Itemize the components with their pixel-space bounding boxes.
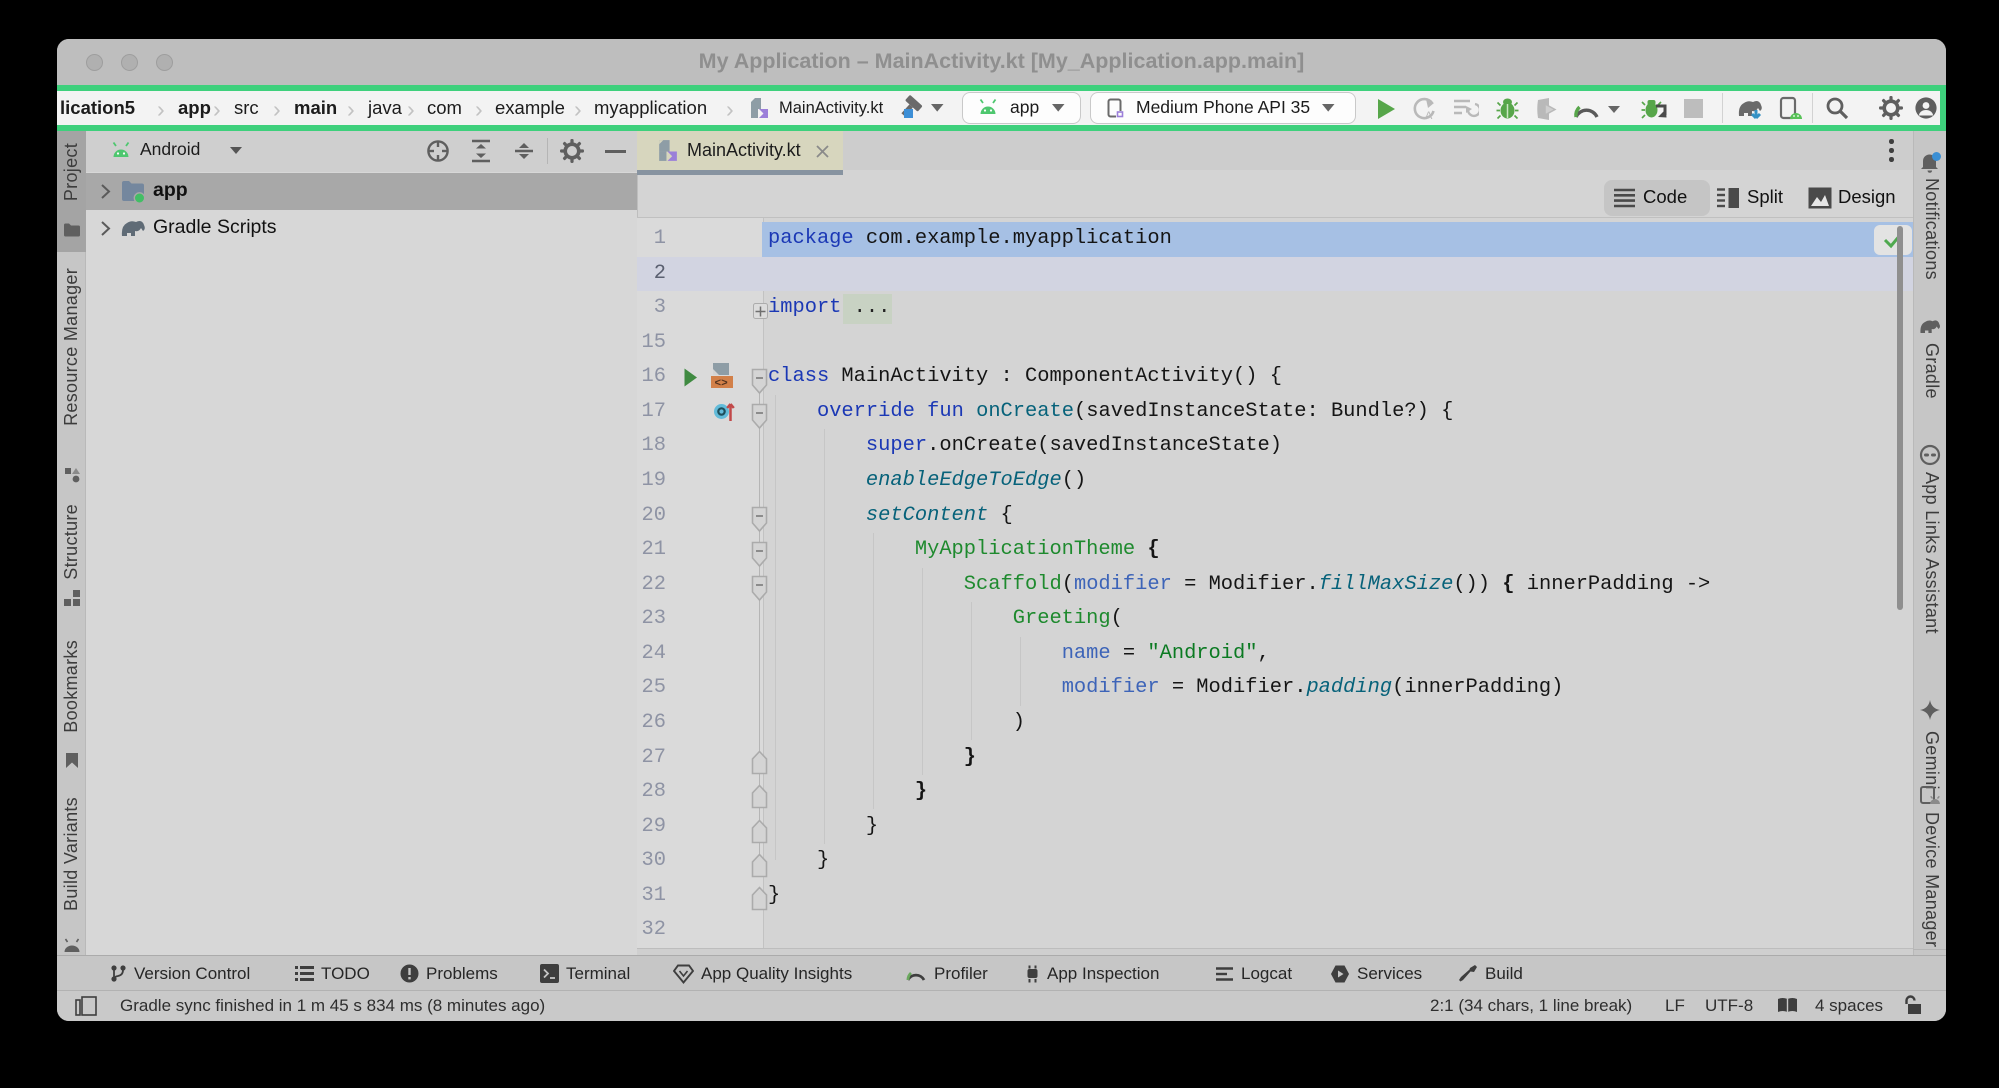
svg-text:<>: <> [715,378,729,390]
svg-text:A: A [1425,110,1433,121]
